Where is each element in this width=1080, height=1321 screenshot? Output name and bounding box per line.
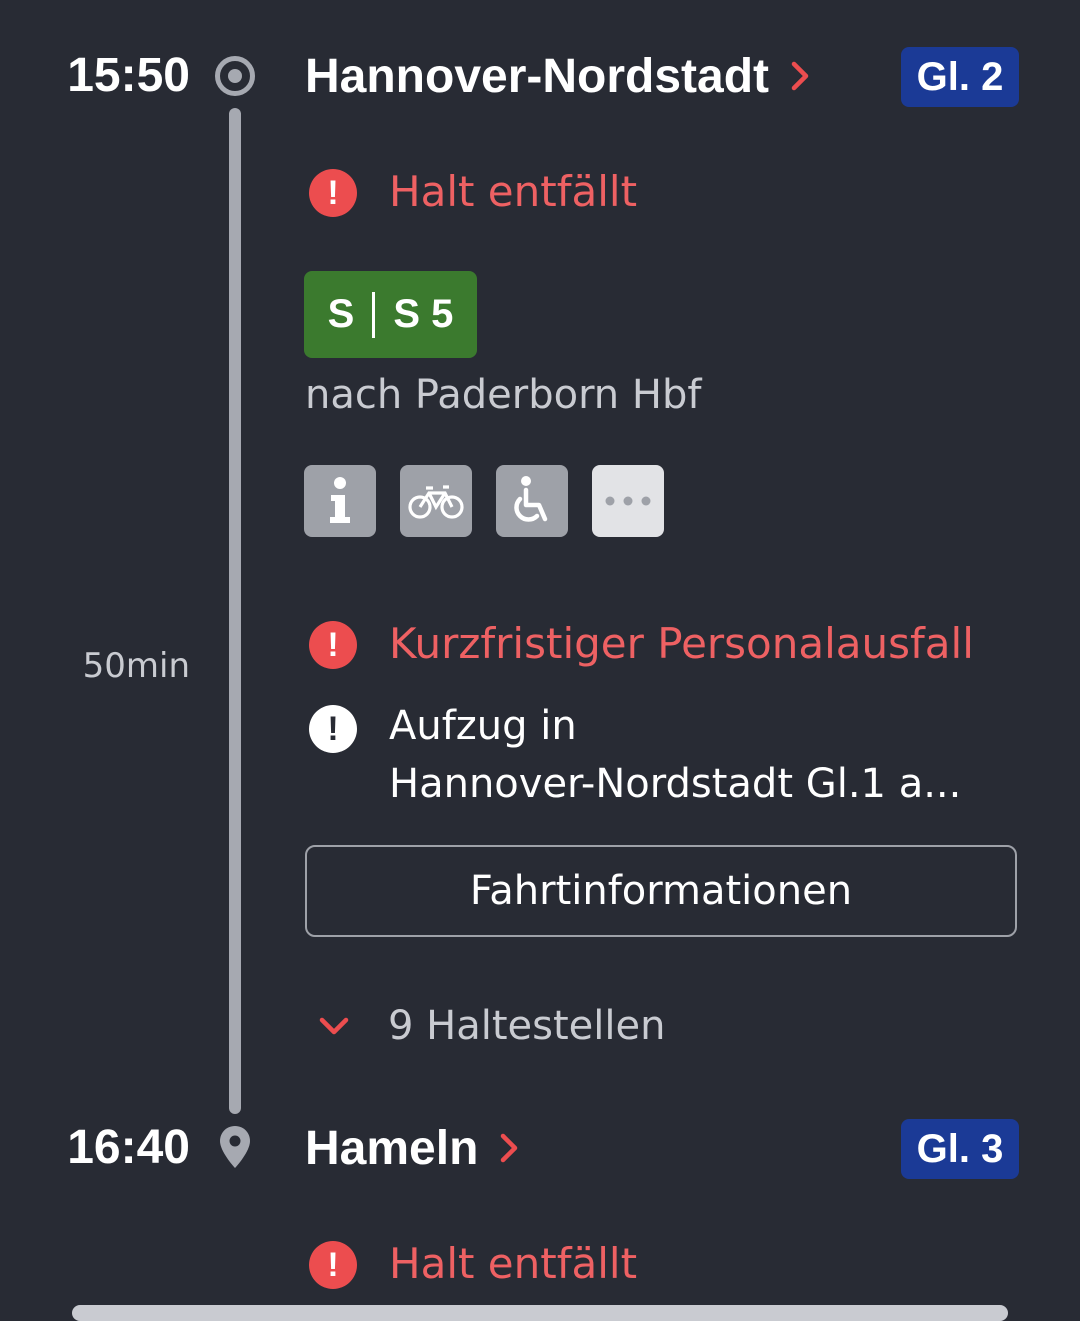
chevron-right-icon bbox=[791, 61, 809, 91]
timeline-line bbox=[229, 108, 241, 1114]
elevator-message-line2: Hannover-Nordstadt Gl.1 a... bbox=[389, 761, 962, 807]
elevator-message: Aufzug in Hannover-Nordstadt Gl.1 a... bbox=[389, 697, 961, 813]
info-icon[interactable] bbox=[304, 465, 376, 537]
destination-station-link[interactable]: Hameln bbox=[305, 1118, 518, 1178]
stops-count-label: 9 Haltestellen bbox=[388, 1003, 666, 1049]
departure-time: 15:50 bbox=[67, 49, 190, 102]
line-label: S 5 bbox=[393, 292, 454, 336]
origin-station-link[interactable]: Hannover-Nordstadt bbox=[305, 46, 809, 106]
elevator-message-line1: Aufzug in bbox=[389, 703, 577, 749]
origin-target-icon bbox=[213, 54, 257, 98]
trip-duration: 50min bbox=[82, 646, 190, 686]
location-pin-icon bbox=[217, 1124, 253, 1170]
bicycle-icon[interactable] bbox=[400, 465, 472, 537]
more-icon[interactable] bbox=[592, 465, 664, 537]
chevron-right-icon bbox=[500, 1133, 518, 1163]
alert-icon: ! bbox=[309, 1241, 357, 1289]
badge-separator bbox=[372, 291, 376, 338]
bottom-sheet-edge bbox=[72, 1305, 1008, 1321]
chevron-down-icon bbox=[318, 1016, 350, 1036]
info-alert-icon: ! bbox=[309, 705, 357, 753]
origin-station-name: Hannover-Nordstadt bbox=[305, 49, 770, 103]
destination-station-name: Hameln bbox=[305, 1121, 479, 1175]
stops-toggle[interactable]: 9 Haltestellen bbox=[318, 1003, 665, 1049]
arrival-time: 16:40 bbox=[67, 1121, 190, 1174]
alert-icon: ! bbox=[309, 621, 357, 669]
train-destination: nach Paderborn Hbf bbox=[305, 372, 702, 418]
stop-cancelled-text: Halt entfällt bbox=[389, 167, 638, 216]
trip-info-button[interactable]: Fahrtinformationen bbox=[305, 845, 1017, 937]
wheelchair-icon[interactable] bbox=[496, 465, 568, 537]
staff-shortage-text: Kurzfristiger Personalausfall bbox=[389, 619, 974, 668]
line-badge: S S 5 bbox=[304, 271, 477, 358]
destination-platform-badge: Gl. 3 bbox=[901, 1119, 1019, 1179]
origin-platform-badge: Gl. 2 bbox=[901, 47, 1019, 107]
product-label: S bbox=[327, 292, 355, 336]
destination-stop-cancelled-text: Halt entfällt bbox=[389, 1239, 638, 1288]
alert-icon: ! bbox=[309, 169, 357, 217]
